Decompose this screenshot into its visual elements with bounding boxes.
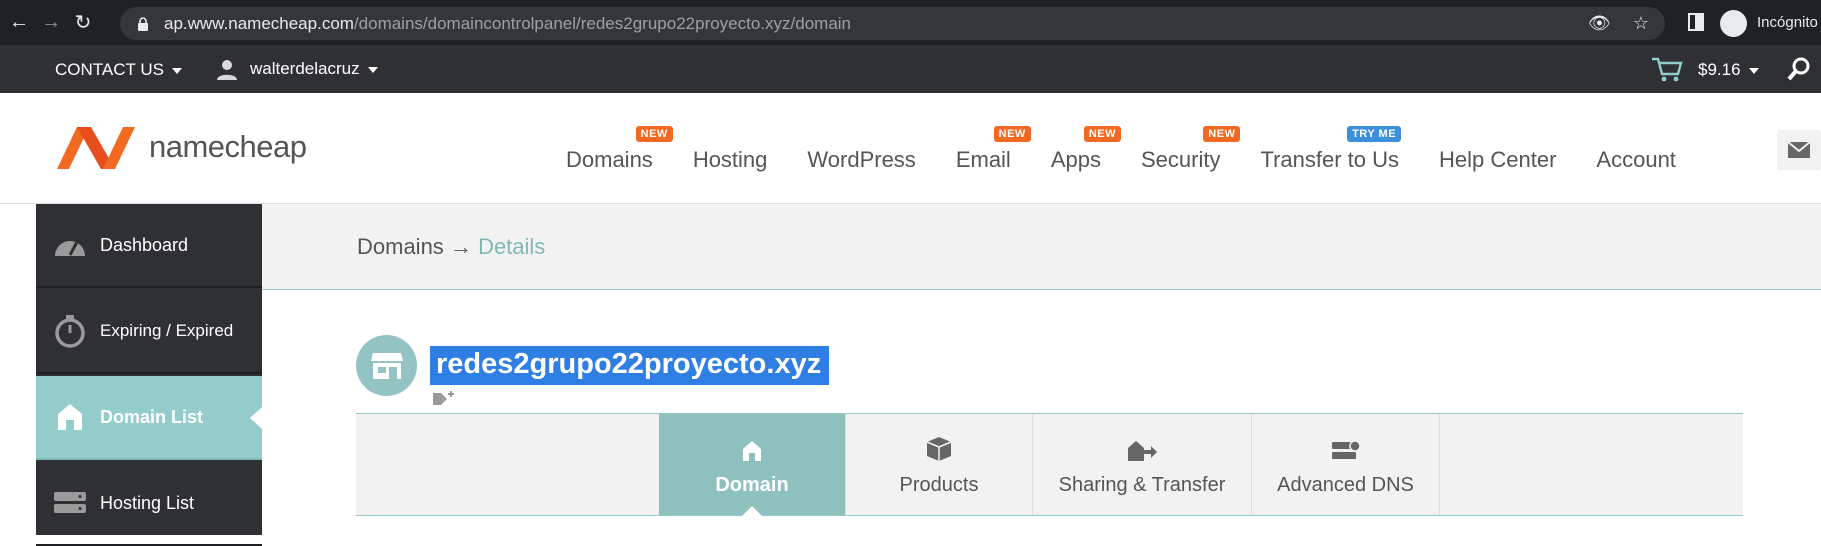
utility-bar: CONTACT US walterdelacruz $9.16	[0, 45, 1821, 93]
tab-advanced-dns[interactable]: Advanced DNS	[1252, 414, 1440, 515]
server-icon	[52, 486, 88, 520]
stopwatch-icon	[52, 314, 88, 348]
sidebar-item-hosting-list[interactable]: Hosting List	[36, 462, 262, 546]
logo-mark-icon	[57, 127, 135, 169]
sidebar-item-label: Hosting List	[100, 492, 195, 513]
nav-label: Help Center	[1439, 147, 1557, 172]
address-bar[interactable]: ap.www.namecheap.com/domains/domaincontr…	[120, 7, 1665, 40]
breadcrumb-separator: →	[449, 234, 472, 259]
transfer-icon	[1127, 432, 1157, 462]
storefront-icon	[356, 335, 417, 396]
omnibox-actions: 👁 ☆	[1588, 13, 1649, 34]
browser-toolbar: ← → ↻ ap.www.namecheap.com/domains/domai…	[0, 0, 1821, 45]
box-icon	[926, 432, 952, 462]
domain-name-title: redes2grupo22proyecto.xyz	[430, 346, 830, 385]
main-nav: Domains NEW Hosting WordPress Email NEW Ap…	[566, 126, 1716, 173]
new-badge: NEW	[1083, 126, 1121, 142]
namecheap-logo[interactable]: namecheap	[55, 123, 307, 171]
nav-label: Hosting	[692, 147, 768, 172]
breadcrumb-details: Details	[478, 234, 546, 259]
nav-label: Transfer to Us	[1260, 147, 1400, 172]
url-path: /domains/domaincontrolpanel/redes2grupo2…	[353, 13, 852, 33]
contact-us-label: CONTACT US	[55, 60, 164, 79]
sidebar-item-label: Dashboard	[100, 234, 189, 255]
nav-hosting[interactable]: Hosting	[693, 147, 768, 173]
chevron-down-icon	[171, 67, 182, 74]
domain-heading: redes2grupo22proyecto.xyz	[356, 335, 830, 396]
dns-server-icon	[1331, 432, 1361, 462]
nav-apps[interactable]: Apps NEW	[1050, 126, 1121, 173]
sidebar-item-domain-list[interactable]: Domain List	[36, 376, 262, 460]
nav-label: WordPress	[807, 147, 916, 172]
side-panel-icon[interactable]	[1688, 13, 1704, 31]
chevron-down-icon	[367, 66, 378, 73]
cart-icon[interactable]	[1650, 55, 1684, 83]
speedometer-icon	[52, 228, 88, 262]
nav-transfer[interactable]: Transfer to Us TRY ME	[1260, 126, 1402, 173]
balance-menu[interactable]: $9.16	[1698, 60, 1759, 80]
balance-amount: $9.16	[1698, 60, 1741, 79]
envelope-icon	[1787, 141, 1811, 158]
try-me-badge: TRY ME	[1347, 126, 1402, 142]
nav-security[interactable]: Security NEW	[1140, 126, 1241, 173]
nav-label: Domains	[566, 147, 653, 172]
nav-domains[interactable]: Domains NEW	[566, 126, 673, 173]
incognito-label: Incógnito	[1757, 14, 1818, 31]
sidebar: Dashboard Expiring / Expired Domain List…	[36, 204, 262, 546]
domain-tabs: Domain Products Sharing & Transfer Advan…	[356, 413, 1743, 516]
tab-domain[interactable]: Domain	[659, 414, 846, 516]
lock-icon	[138, 16, 148, 31]
nav-help-center[interactable]: Help Center	[1439, 147, 1556, 173]
sidebar-item-label: Domain List	[100, 406, 204, 427]
tab-label: Sharing & Transfer	[1058, 474, 1226, 496]
sidebar-item-label: Expiring / Expired	[100, 321, 234, 340]
reload-icon[interactable]: ↻	[70, 10, 96, 36]
new-badge: NEW	[1203, 126, 1241, 142]
nav-label: Account	[1596, 147, 1676, 172]
tab-sharing-transfer[interactable]: Sharing & Transfer	[1033, 414, 1252, 515]
forward-icon[interactable]: →	[38, 10, 64, 36]
nav-label: Email	[955, 147, 1011, 172]
star-icon[interactable]: ☆	[1633, 13, 1649, 34]
messages-button[interactable]	[1777, 130, 1821, 170]
home-icon	[52, 400, 88, 434]
back-icon[interactable]: ←	[6, 10, 32, 36]
home-icon	[742, 432, 762, 462]
new-badge: NEW	[993, 126, 1031, 142]
nav-label: Apps	[1050, 147, 1101, 172]
nav-wordpress[interactable]: WordPress	[807, 147, 915, 173]
search-icon[interactable]	[1787, 56, 1811, 82]
url-host: ap.www.namecheap.com	[164, 13, 354, 33]
new-badge: NEW	[635, 126, 673, 142]
url-text[interactable]: ap.www.namecheap.com/domains/domaincontr…	[164, 14, 851, 34]
tab-label: Domain	[715, 474, 789, 496]
breadcrumb: Domains → Details	[357, 234, 545, 260]
nav-email[interactable]: Email NEW	[955, 126, 1031, 173]
breadcrumb-domains[interactable]: Domains	[357, 234, 444, 259]
contact-us-menu[interactable]: CONTACT US	[55, 60, 182, 80]
incognito-icon[interactable]	[1720, 10, 1747, 37]
sidebar-item-expiring[interactable]: Expiring / Expired	[36, 290, 262, 374]
tab-products[interactable]: Products	[846, 414, 1033, 515]
chevron-down-icon	[1748, 67, 1759, 74]
breadcrumb-bar: Domains → Details	[262, 204, 1821, 290]
tab-label: Products	[899, 474, 979, 496]
nav-account[interactable]: Account	[1596, 147, 1676, 173]
user-icon	[217, 60, 237, 80]
tab-label: Advanced DNS	[1277, 474, 1414, 496]
sidebar-item-dashboard[interactable]: Dashboard	[36, 204, 262, 288]
eye-off-icon[interactable]: 👁	[1588, 13, 1611, 34]
nav-label: Security	[1140, 147, 1221, 172]
username-label: walterdelacruz	[250, 59, 360, 78]
user-menu[interactable]: walterdelacruz	[216, 58, 378, 80]
brand-name: namecheap	[149, 129, 307, 164]
site-header: namecheap Domains NEW Hosting WordPress E…	[0, 93, 1821, 204]
add-tag-icon[interactable]	[432, 390, 454, 406]
